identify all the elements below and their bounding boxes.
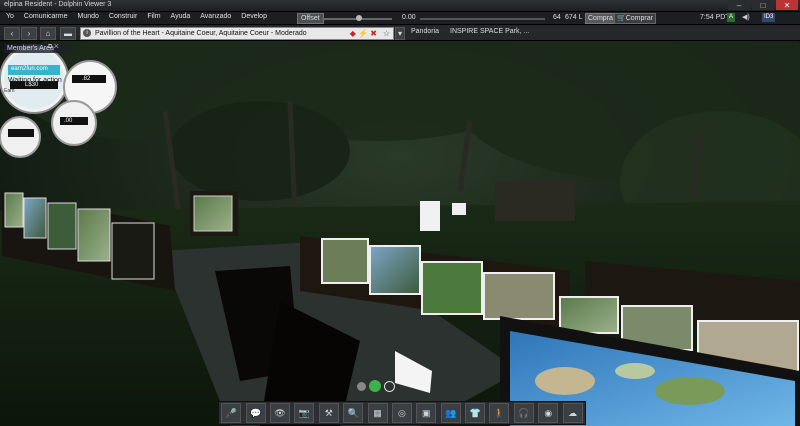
menu-item-develop[interactable]: Develop: [241, 13, 267, 20]
forward-button[interactable]: ›: [21, 27, 37, 40]
location-dropdown[interactable]: ▾: [395, 27, 405, 40]
bubble-earn-title: earn2fun.com: [11, 66, 48, 72]
voice-button[interactable]: 🎧: [513, 403, 534, 423]
buy-currency-button[interactable]: Compra: [585, 13, 616, 24]
menu-item-avanzado[interactable]: Avanzado: [200, 13, 231, 20]
search-icon: 🔍: [347, 407, 359, 418]
detach-icon[interactable]: ⧉: [48, 44, 52, 50]
offset-slider[interactable]: [322, 15, 392, 21]
menu-item-construir[interactable]: Construir: [109, 13, 137, 20]
snapshot-button[interactable]: 📷: [294, 403, 315, 423]
location-input[interactable]: i Pavillion of the Heart - Aquitaine Coe…: [80, 27, 394, 40]
camera-controls[interactable]: [357, 380, 395, 392]
bubble-earn-label: Earn: [4, 88, 15, 94]
landmark-icon: ▬: [64, 29, 72, 38]
window-titlebar: elpina Resident - Dolphin Viewer 3 – □ ✕: [0, 0, 800, 12]
minimap-icon: ◎: [397, 407, 406, 418]
power-icon[interactable]: [384, 380, 395, 392]
minimize-icon[interactable]: –: [728, 0, 750, 10]
snapshot-icon: 📷: [298, 407, 310, 418]
bubble-value-3: .00: [64, 118, 73, 124]
menu-item-film[interactable]: Film: [147, 13, 160, 20]
inventory-button[interactable]: ▣: [416, 403, 437, 423]
menu-item-mundo[interactable]: Mundo: [78, 13, 99, 20]
world-viewport[interactable]: [0, 41, 800, 426]
chevron-right-icon: ›: [27, 29, 31, 38]
map-button[interactable]: ▦: [367, 403, 388, 423]
appearance-button[interactable]: 👕: [465, 403, 486, 423]
people-icon: 👥: [445, 407, 457, 418]
move-button[interactable]: 🚶: [489, 403, 510, 423]
radar-icon: ◉: [544, 407, 553, 418]
home-button[interactable]: ⌂: [40, 27, 56, 40]
search-button[interactable]: 🔍: [343, 403, 364, 423]
move-icon: 🚶: [493, 407, 506, 418]
chevron-down-icon: ▾: [397, 29, 402, 38]
active-mode-icon[interactable]: [369, 380, 381, 392]
menu-bar: Yo Comunicarme Mundo Construir Film Ayuda Avan…: [0, 12, 800, 25]
close-icon[interactable]: ✕: [776, 0, 798, 10]
home-icon: ⌂: [45, 29, 51, 38]
window-title: elpina Resident - Dolphin Viewer 3: [4, 1, 112, 8]
menu-item-ayuda[interactable]: Ayuda: [171, 13, 191, 20]
chevron-left-icon: ‹: [10, 29, 14, 38]
window-controls: – □ ✕: [728, 0, 798, 10]
map-icon: ▦: [373, 407, 382, 418]
offset-button[interactable]: Offset: [297, 13, 324, 24]
landmarks-button[interactable]: ▬: [60, 27, 76, 40]
close-panel-icon[interactable]: ✕: [54, 44, 59, 50]
balance-display: 674 L: [565, 14, 583, 21]
volume-icon[interactable]: ◀): [742, 13, 750, 21]
favorite-pandoria[interactable]: Pandoria: [411, 28, 439, 35]
build-button[interactable]: ⚒: [318, 403, 339, 423]
inventory-icon: ▣: [422, 407, 431, 418]
cart-icon: 🛒: [617, 15, 626, 22]
slider-value-right: 64: [553, 14, 561, 21]
members-area-panel-title[interactable]: Member's Area: [4, 44, 72, 53]
environment-button[interactable]: ☁: [562, 403, 583, 423]
navigation-bar: ‹ › ⌂ ▬ i Pavillion of the Heart - Aquit…: [0, 25, 800, 41]
chat-button[interactable]: 💬: [245, 403, 266, 423]
clock: 7:54 PDT: [700, 14, 730, 21]
view-icon: 👁: [274, 407, 286, 418]
panel-controls[interactable]: ⧉ ✕: [48, 44, 59, 51]
maximize-icon[interactable]: □: [752, 0, 774, 10]
shop-button-label: Comprar: [625, 15, 653, 22]
voice-icon: 🎧: [518, 407, 530, 418]
favorite-inspire[interactable]: INSPIRE SPACE Park, ...: [450, 28, 529, 35]
bubble-value-2: .82: [82, 76, 91, 82]
menu-list: Yo Comunicarme Mundo Construir Film Ayuda Avan…: [6, 13, 267, 20]
favorite-star-icon[interactable]: ☆: [383, 28, 390, 39]
people-button[interactable]: 👥: [440, 403, 461, 423]
bottom-toolbar: 🎤 💬 👁 📷 ⚒ 🔍 ▦ ◎ ▣ 👥 👕 🚶 🎧 ◉ ☁: [218, 401, 586, 425]
parcel-restriction-icons: ◆ ⚡ ✖: [349, 29, 377, 38]
status-badge-a: A: [727, 13, 736, 22]
draw-distance-slider[interactable]: [420, 18, 545, 20]
menu-item-comunicarme[interactable]: Comunicarme: [24, 13, 68, 20]
status-badge-id: ID3: [762, 13, 776, 22]
location-text: Pavillion of the Heart - Aquitaine Coeur…: [95, 30, 307, 37]
speak-icon: 🎤: [225, 407, 237, 418]
back-button[interactable]: ‹: [4, 27, 20, 40]
menu-item-yo[interactable]: Yo: [6, 13, 14, 20]
bubble-earn-value: L$30: [25, 82, 39, 88]
slider-knob[interactable]: [356, 15, 362, 21]
info-icon[interactable]: i: [83, 29, 91, 37]
minimap-button[interactable]: ◎: [391, 403, 412, 423]
view-button[interactable]: 👁: [269, 403, 290, 423]
orbit-control-icon[interactable]: [357, 381, 366, 391]
slider-value-left: 0.00: [402, 14, 416, 21]
build-icon: ⚒: [324, 407, 333, 418]
chat-icon: 💬: [249, 407, 262, 418]
speak-button[interactable]: 🎤: [221, 403, 242, 423]
radar-button[interactable]: ◉: [538, 403, 559, 423]
appearance-icon: 👕: [469, 407, 481, 418]
shop-button[interactable]: 🛒Comprar: [614, 13, 656, 24]
environment-icon: ☁: [568, 407, 578, 418]
